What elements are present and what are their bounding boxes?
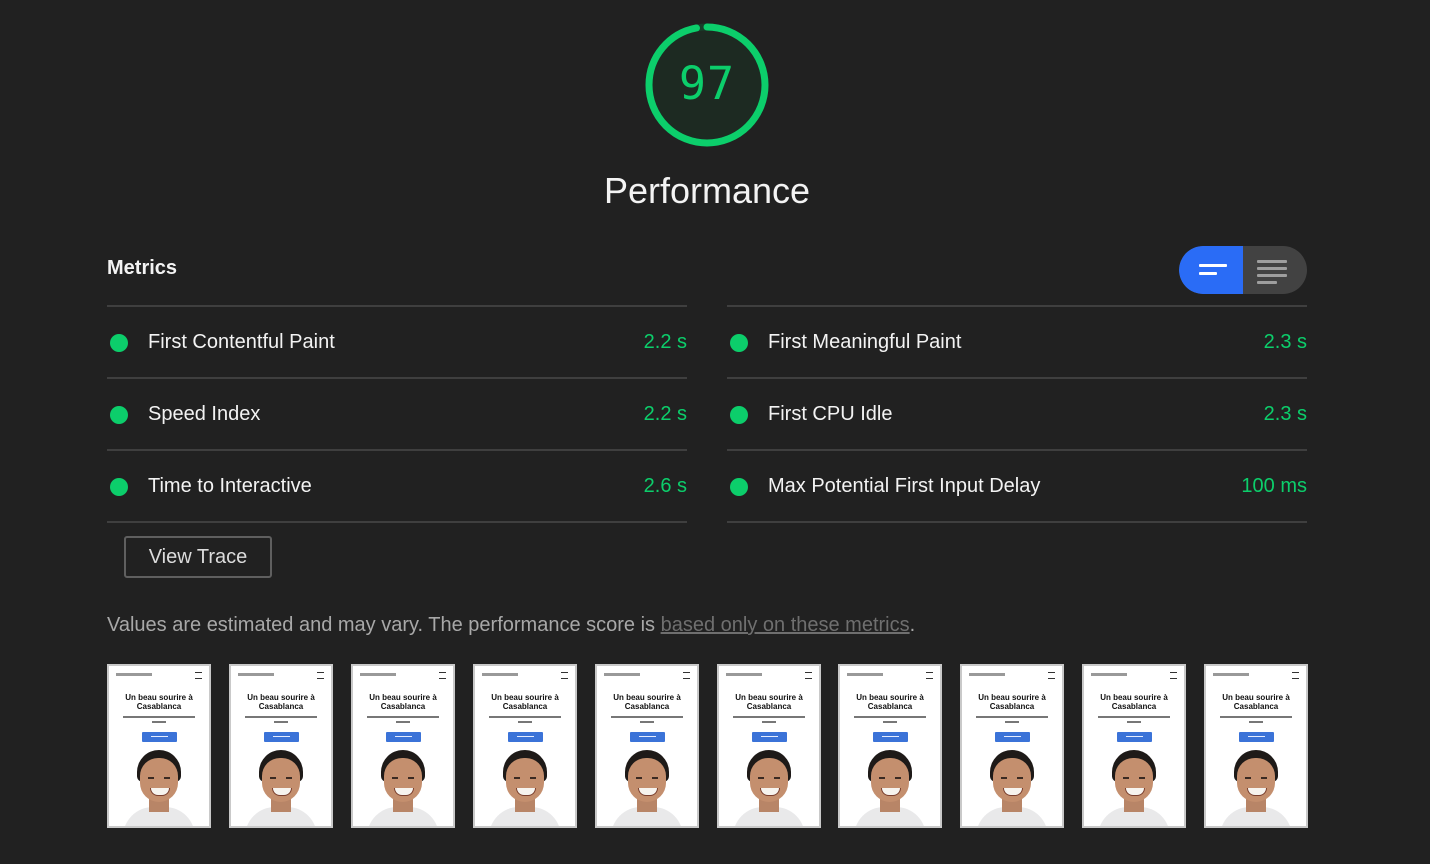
filmstrip-frame: Un beau sourire à Casablanca [1082,664,1186,828]
filmstrip-frame: Un beau sourire à Casablanca [351,664,455,828]
frame-title: Un beau sourire à Casablanca [1100,693,1168,711]
metrics-column-left: First Contentful Paint 2.2 s Speed Index… [107,305,687,523]
metric-speed-index: Speed Index 2.2 s [107,377,687,449]
frame-title: Un beau sourire à Casablanca [856,693,924,711]
footnote-text: Values are estimated and may vary. The p… [107,614,661,636]
metric-label: First Contentful Paint [148,331,335,353]
metric-first-meaningful-paint: First Meaningful Paint 2.3 s [727,305,1307,377]
filmstrip-frame: Un beau sourire à Casablanca [960,664,1064,828]
metric-first-contentful-paint: First Contentful Paint 2.2 s [107,305,687,377]
filmstrip: Un beau sourire à Casablanca Un beau sour… [107,664,1308,828]
compact-view-button[interactable] [1179,246,1243,294]
frame-title: Un beau sourire à Casablanca [1222,693,1290,711]
category-title: Performance [603,170,811,211]
frame-title: Un beau sourire à Casablanca [369,693,437,711]
metric-label: Speed Index [148,403,261,425]
pass-indicator-icon [110,406,128,424]
metric-value: 100 ms [1241,475,1307,497]
filmstrip-frame: Un beau sourire à Casablanca [229,664,333,828]
metric-value: 2.6 s [643,475,687,497]
metrics-view-toggle[interactable] [1179,246,1307,294]
frame-title: Un beau sourire à Casablanca [247,693,315,711]
metric-time-to-interactive: Time to Interactive 2.6 s [107,449,687,523]
pass-indicator-icon [730,406,748,424]
pass-indicator-icon [110,478,128,496]
frame-title: Un beau sourire à Casablanca [125,693,193,711]
metric-value: 2.2 s [643,403,687,425]
metrics-docs-link[interactable]: based only on these metrics [661,614,910,636]
pass-indicator-icon [730,478,748,496]
frame-title: Un beau sourire à Casablanca [491,693,559,711]
pass-indicator-icon [730,334,748,352]
filmstrip-frame: Un beau sourire à Casablanca [473,664,577,828]
filmstrip-frame: Un beau sourire à Casablanca [107,664,211,828]
frame-title: Un beau sourire à Casablanca [978,693,1046,711]
metric-label: First Meaningful Paint [768,331,962,353]
metrics-heading: Metrics [107,257,178,279]
view-trace-button[interactable]: View Trace [124,536,272,578]
expanded-view-button[interactable] [1243,246,1307,294]
footnote-period: . [909,614,916,636]
score-gauge: 97 [644,22,770,148]
metric-value: 2.3 s [1263,331,1307,353]
metric-value: 2.3 s [1263,403,1307,425]
filmstrip-frame: Un beau sourire à Casablanca [717,664,821,828]
score-value: 97 [678,57,736,110]
metric-label: Max Potential First Input Delay [768,475,1041,497]
metric-first-cpu-idle: First CPU Idle 2.3 s [727,377,1307,449]
filmstrip-frame: Un beau sourire à Casablanca [838,664,942,828]
frame-title: Un beau sourire à Casablanca [735,693,803,711]
frame-title: Un beau sourire à Casablanca [613,693,681,711]
filmstrip-frame: Un beau sourire à Casablanca [1204,664,1308,828]
metrics-footnote: Values are estimated and may vary. The p… [107,614,915,637]
filmstrip-frame: Un beau sourire à Casablanca [595,664,699,828]
metric-max-potential-fid: Max Potential First Input Delay 100 ms [727,449,1307,523]
metrics-column-right: First Meaningful Paint 2.3 s First CPU I… [727,305,1307,523]
pass-indicator-icon [110,334,128,352]
metric-label: First CPU Idle [768,403,893,425]
metric-label: Time to Interactive [148,475,312,497]
metric-value: 2.2 s [643,331,687,353]
